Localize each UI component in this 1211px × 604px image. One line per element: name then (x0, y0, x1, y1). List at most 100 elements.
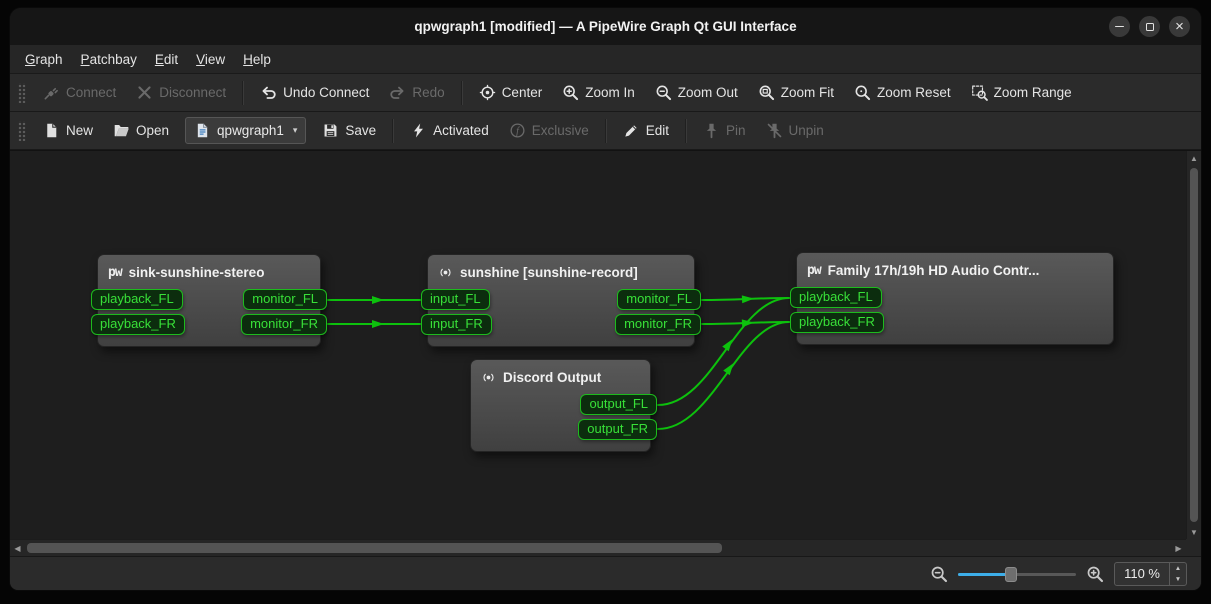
title-bar[interactable]: qpwgraph1 [modified] — A PipeWire Graph … (10, 8, 1201, 45)
port-output-fr[interactable]: output_FR (578, 419, 657, 440)
new-button[interactable]: New (34, 116, 102, 145)
exclusive-button[interactable]: f Exclusive (500, 116, 598, 145)
minimize-button[interactable] (1109, 16, 1130, 37)
toolbar-separator (685, 119, 687, 143)
scroll-down-arrow[interactable]: ▼ (1187, 525, 1201, 540)
zoom-in-icon (562, 84, 579, 101)
toolbar-separator (461, 81, 463, 105)
link-arrow (742, 319, 754, 328)
scroll-right-arrow[interactable]: ▶ (1171, 540, 1186, 556)
unpin-icon (766, 122, 783, 139)
zoom-in-icon[interactable] (1086, 565, 1104, 583)
zoom-range-label: Zoom Range (994, 85, 1072, 100)
redo-label: Redo (412, 85, 444, 100)
window-title: qpwgraph1 [modified] — A PipeWire Graph … (414, 19, 796, 34)
port-monitor-fl[interactable]: monitor_FL (617, 289, 701, 310)
zoom-out-button[interactable]: Zoom Out (646, 78, 747, 107)
graph-area: pw sink-sunshine-stereo playback_FL moni… (10, 150, 1201, 556)
horizontal-scrollbar-handle[interactable] (27, 543, 722, 553)
edit-button[interactable]: Edit (614, 116, 678, 145)
node-title: sunshine [sunshine-record] (460, 265, 638, 280)
disconnect-button[interactable]: Disconnect (127, 78, 235, 107)
port-playback-fr[interactable]: playback_FR (790, 312, 884, 333)
activated-button[interactable]: Activated (401, 116, 498, 145)
zoom-fit-button[interactable]: Zoom Fit (749, 78, 843, 107)
connect-icon (43, 84, 60, 101)
menu-edit[interactable]: Edit (146, 48, 187, 71)
zoom-range-button[interactable]: Zoom Range (962, 78, 1081, 107)
node-title: sink-sunshine-stereo (129, 265, 265, 280)
app-window: qpwgraph1 [modified] — A PipeWire Graph … (10, 8, 1201, 590)
zoom-fit-label: Zoom Fit (781, 85, 834, 100)
toolbar-grip[interactable] (18, 121, 26, 141)
patchbay-file-icon (194, 122, 211, 139)
patchbay-combobox[interactable]: qpwgraph1 ▾ (185, 117, 306, 144)
connect-label: Connect (66, 85, 116, 100)
link-arrow (742, 295, 754, 304)
open-button[interactable]: Open (104, 116, 178, 145)
link-arrow (723, 361, 737, 375)
zoom-slider-handle[interactable] (1005, 567, 1017, 582)
unpin-label: Unpin (789, 123, 824, 138)
port-playback-fl[interactable]: playback_FL (91, 289, 183, 310)
zoom-spin-down[interactable]: ▼ (1170, 574, 1186, 585)
vertical-scrollbar-handle[interactable] (1190, 168, 1198, 522)
menu-help[interactable]: Help (234, 48, 280, 71)
zoom-in-label: Zoom In (585, 85, 635, 100)
save-icon (322, 122, 339, 139)
graph-canvas[interactable]: pw sink-sunshine-stereo playback_FL moni… (10, 151, 1186, 540)
port-output-fl[interactable]: output_FL (580, 394, 657, 415)
link-arrow (722, 337, 736, 351)
scroll-up-arrow[interactable]: ▲ (1187, 151, 1201, 166)
chevron-down-icon: ▾ (293, 125, 298, 136)
horizontal-scrollbar[interactable]: ◀ ▶ (10, 539, 1186, 556)
open-folder-icon (113, 122, 130, 139)
node-header: pw Family 17h/19h HD Audio Contr... (797, 253, 1113, 287)
port-playback-fr[interactable]: playback_FR (91, 314, 185, 335)
menu-view[interactable]: View (187, 48, 234, 71)
undo-connect-button[interactable]: Undo Connect (251, 78, 378, 107)
save-button[interactable]: Save (313, 116, 385, 145)
menu-patchbay[interactable]: Patchbay (72, 48, 146, 71)
scrollbar-corner (1186, 539, 1201, 556)
link-sunshine-to-family-fl (702, 298, 789, 300)
node-discord-output[interactable]: Discord Output output_FL output_FR (470, 359, 651, 452)
zoom-spin-up[interactable]: ▲ (1170, 563, 1186, 574)
zoom-out-icon[interactable] (930, 565, 948, 583)
port-monitor-fr[interactable]: monitor_FR (615, 314, 701, 335)
speaker-icon (438, 265, 453, 280)
unpin-button[interactable]: Unpin (757, 116, 833, 145)
node-title: Discord Output (503, 370, 601, 385)
new-label: New (66, 123, 93, 138)
pin-button[interactable]: Pin (694, 116, 755, 145)
connect-button[interactable]: Connect (34, 78, 125, 107)
vertical-scrollbar[interactable]: ▲ ▼ (1186, 151, 1201, 540)
center-button[interactable]: Center (470, 78, 552, 107)
zoom-value[interactable]: 110 % (1115, 563, 1169, 585)
save-label: Save (345, 123, 376, 138)
port-input-fr[interactable]: input_FR (421, 314, 492, 335)
zoom-out-icon (655, 84, 672, 101)
zoom-in-button[interactable]: Zoom In (553, 78, 644, 107)
disconnect-icon (136, 84, 153, 101)
scroll-left-arrow[interactable]: ◀ (10, 540, 25, 556)
port-input-fl[interactable]: input_FL (421, 289, 490, 310)
toolbar-grip[interactable] (18, 83, 26, 103)
zoom-reset-button[interactable]: Zoom Reset (845, 78, 960, 107)
node-family-hd-audio[interactable]: pw Family 17h/19h HD Audio Contr... play… (796, 252, 1114, 345)
zoom-slider[interactable] (958, 565, 1076, 583)
close-button[interactable]: × (1169, 16, 1190, 37)
port-playback-fl[interactable]: playback_FL (790, 287, 882, 308)
new-file-icon (43, 122, 60, 139)
menu-graph[interactable]: Graph (16, 48, 72, 71)
speaker-icon (481, 370, 496, 385)
node-sunshine[interactable]: sunshine [sunshine-record] input_FL moni… (427, 254, 695, 347)
port-monitor-fl[interactable]: monitor_FL (243, 289, 327, 310)
exclusive-icon: f (509, 122, 526, 139)
zoom-spinbox[interactable]: 110 % ▲ ▼ (1114, 562, 1187, 586)
maximize-button[interactable] (1139, 16, 1160, 37)
redo-button[interactable]: Redo (380, 78, 453, 107)
port-monitor-fr[interactable]: monitor_FR (241, 314, 327, 335)
disconnect-label: Disconnect (159, 85, 226, 100)
node-sink-sunshine-stereo[interactable]: pw sink-sunshine-stereo playback_FL moni… (97, 254, 321, 347)
